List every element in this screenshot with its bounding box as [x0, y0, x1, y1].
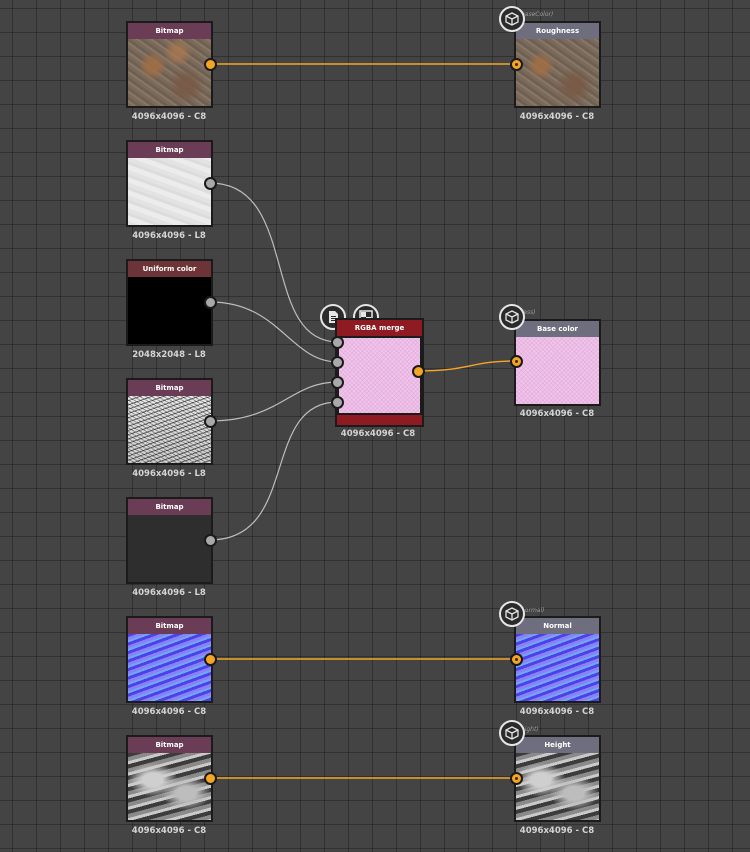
wire-bitmap2-merge — [209, 182, 339, 343]
node-title: Bitmap — [128, 499, 211, 515]
thumbnail-rock-color — [516, 39, 599, 106]
node-bitmap-4[interactable]: Bitmap — [126, 497, 213, 584]
thumbnail-rock-color — [128, 39, 211, 106]
output-port[interactable] — [204, 653, 217, 666]
node-bitmap-2[interactable]: Bitmap — [126, 140, 213, 227]
node-caption: 4096x4096 - C8 — [131, 112, 207, 122]
node-caption: 4096x4096 - C8 — [519, 409, 595, 419]
output-port[interactable] — [204, 534, 217, 547]
node-title: Base color — [516, 321, 599, 337]
thumbnail-normal-map — [516, 634, 599, 701]
node-rgba-merge[interactable]: RGBA merge — [335, 318, 424, 427]
thumbnail-height-map — [516, 753, 599, 820]
input-port[interactable] — [510, 58, 523, 71]
input-port-b[interactable] — [331, 376, 344, 389]
input-port[interactable] — [510, 355, 523, 368]
output-port[interactable] — [204, 296, 217, 309]
cube-icon[interactable] — [499, 6, 525, 32]
node-caption: 4096x4096 - L8 — [132, 588, 206, 598]
node-title: Bitmap — [128, 737, 211, 753]
node-bitmap-6[interactable]: Bitmap — [126, 735, 213, 822]
output-port[interactable] — [204, 415, 217, 428]
node-caption: 4096x4096 - L8 — [132, 231, 206, 241]
wire-merge-basecolor — [417, 360, 517, 372]
cube-icon[interactable] — [499, 720, 525, 746]
node-caption: 4096x4096 - C8 — [519, 826, 595, 836]
input-port-a[interactable] — [331, 396, 344, 409]
node-footer — [337, 415, 422, 425]
node-output-normal[interactable]: Normal — [514, 616, 601, 703]
node-title: Height — [516, 737, 599, 753]
node-caption: 4096x4096 - C8 — [519, 112, 595, 122]
node-caption: 2048x2048 - L8 — [132, 350, 206, 360]
input-port-r[interactable] — [331, 336, 344, 349]
cube-icon[interactable] — [499, 601, 525, 627]
node-title: RGBA merge — [337, 320, 422, 336]
output-identifier: baseColor) — [521, 11, 554, 18]
cube-icon[interactable] — [499, 304, 525, 330]
input-port-g[interactable] — [331, 356, 344, 369]
input-port[interactable] — [510, 653, 523, 666]
wire-bitmap4-merge — [209, 401, 339, 541]
input-port[interactable] — [510, 772, 523, 785]
node-caption: 4096x4096 - C8 — [519, 707, 595, 717]
thumbnail-dark-gray — [128, 515, 211, 582]
thumbnail-noisy-mask — [128, 396, 211, 463]
thumbnail-height-map — [128, 753, 211, 820]
node-bitmap-3[interactable]: Bitmap — [126, 378, 213, 465]
thumbnail-normal-map — [128, 634, 211, 701]
node-caption: 4096x4096 - C8 — [131, 707, 207, 717]
thumbnail-pink — [516, 337, 599, 404]
thumbnail-pink — [339, 338, 420, 413]
node-title: Bitmap — [128, 380, 211, 396]
output-port[interactable] — [204, 772, 217, 785]
node-output-roughness[interactable]: Roughness — [514, 21, 601, 108]
node-output-basecolor[interactable]: Base color — [514, 319, 601, 406]
node-title: Roughness — [516, 23, 599, 39]
node-title: Bitmap — [128, 23, 211, 39]
output-port[interactable] — [204, 177, 217, 190]
thumbnail-black — [128, 277, 211, 344]
node-output-height[interactable]: Height — [514, 735, 601, 822]
thumbnail-light-gray — [128, 158, 211, 225]
wire-uniform-merge — [209, 301, 339, 363]
wire-bitmap3-merge — [209, 381, 339, 422]
output-port[interactable] — [204, 58, 217, 71]
node-title: Uniform color — [128, 261, 211, 277]
node-bitmap-5[interactable]: Bitmap — [126, 616, 213, 703]
output-port[interactable] — [412, 365, 425, 378]
node-caption: 4096x4096 - L8 — [132, 469, 206, 479]
node-title: Normal — [516, 618, 599, 634]
node-bitmap-1[interactable]: Bitmap — [126, 21, 213, 108]
node-uniform-color[interactable]: Uniform color — [126, 259, 213, 346]
node-caption: 4096x4096 - C8 — [131, 826, 207, 836]
node-caption: 4096x4096 - C8 — [340, 429, 416, 439]
node-title: Bitmap — [128, 142, 211, 158]
node-title: Bitmap — [128, 618, 211, 634]
